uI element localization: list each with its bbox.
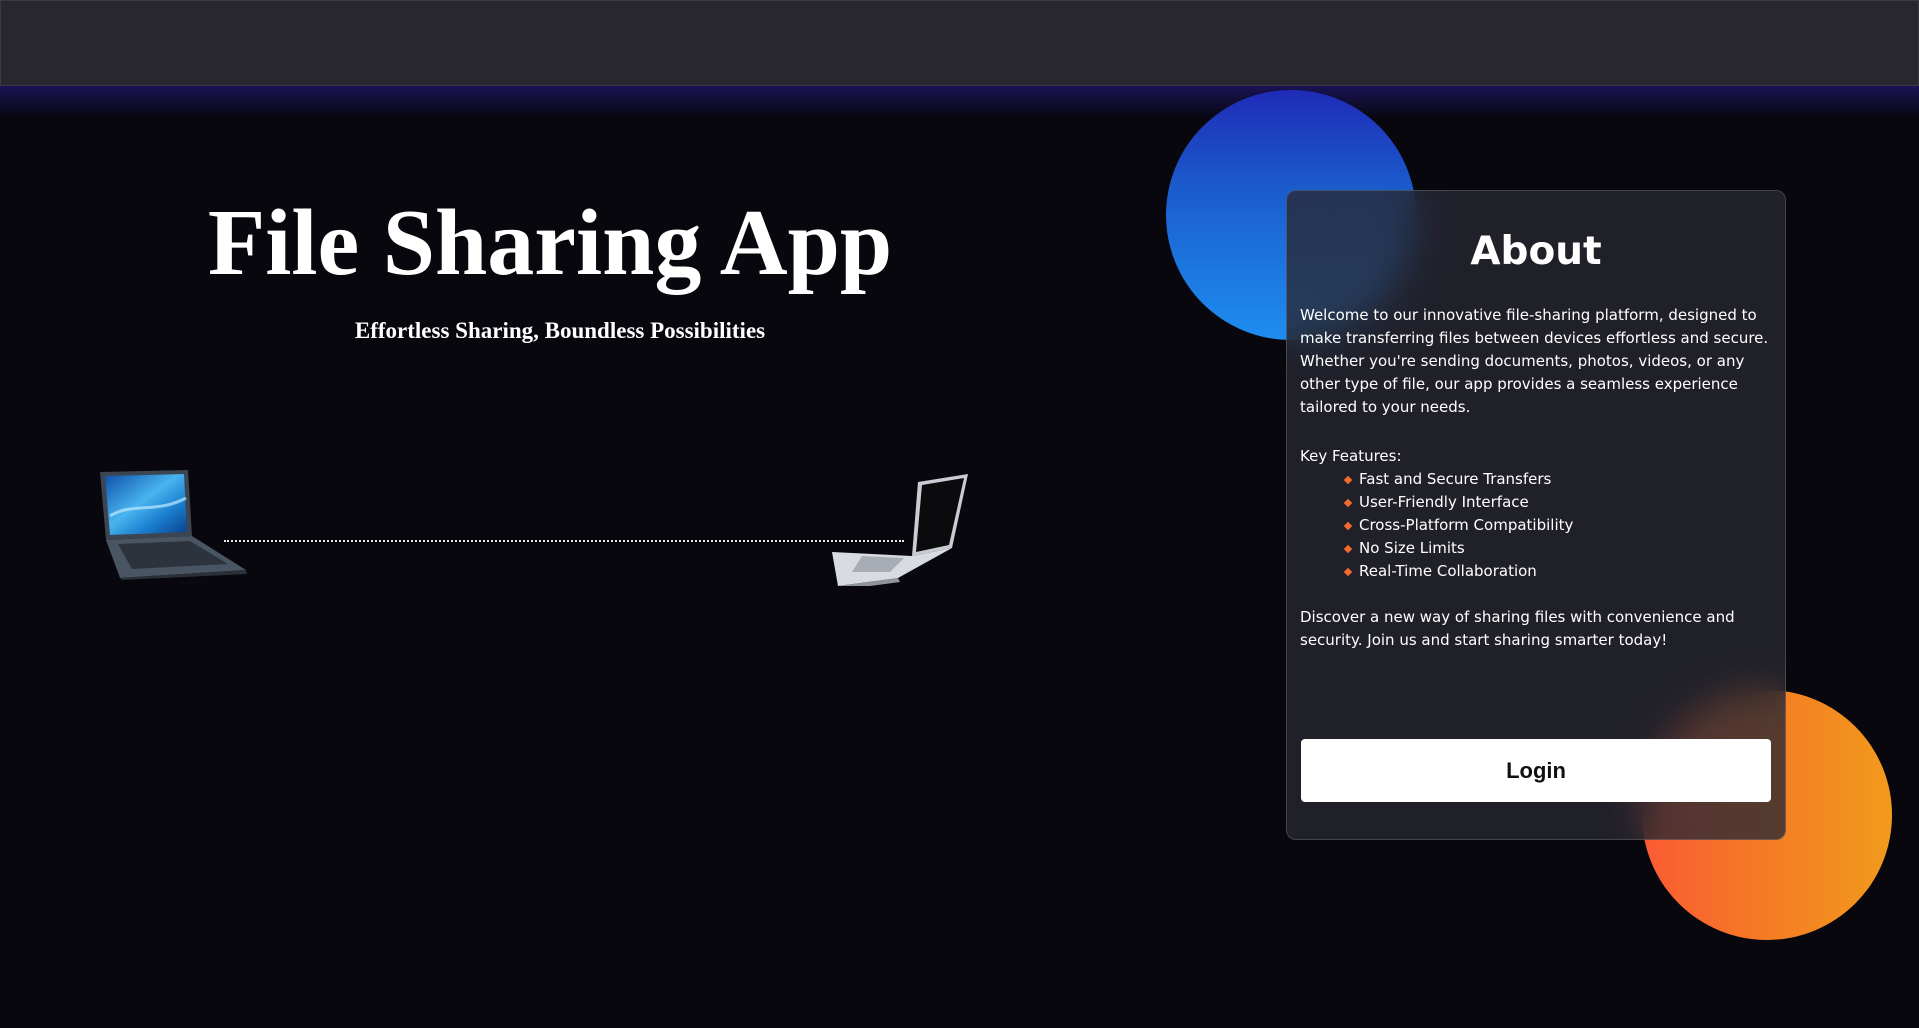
feature-item: Cross-Platform Compatibility [1343,514,1573,537]
feature-item: No Size Limits [1343,537,1573,560]
feature-label: User-Friendly Interface [1359,493,1529,511]
features-list: Fast and Secure Transfers User-Friendly … [1343,468,1573,583]
features-label: Key Features: [1300,447,1402,465]
about-intro: Welcome to our innovative file-sharing p… [1300,306,1769,416]
feature-item: Fast and Secure Transfers [1343,468,1573,491]
feature-label: Cross-Platform Compatibility [1359,516,1574,534]
feature-item: Real-Time Collaboration [1343,560,1573,583]
bullet-icon [1343,544,1353,554]
feature-item: User-Friendly Interface [1343,491,1573,514]
top-bar [0,0,1919,86]
about-card: About Welcome to our innovative file-sha… [1286,190,1786,840]
laptop-icon [832,474,968,586]
page-title: File Sharing App [207,191,893,295]
laptop-icon [100,470,247,580]
bullet-icon [1343,475,1353,485]
feature-label: Real-Time Collaboration [1359,562,1537,580]
about-outro: Discover a new way of sharing files with… [1300,608,1735,649]
bullet-icon [1343,567,1353,577]
bullet-icon [1343,521,1353,531]
about-title: About [1470,229,1602,274]
top-bar-glow [0,86,1919,120]
login-button[interactable]: Login [1301,739,1771,802]
feature-label: No Size Limits [1359,539,1465,557]
page-subtitle: Effortless Sharing, Boundless Possibilit… [354,318,766,343]
transfer-connector [224,540,904,542]
bullet-icon [1343,498,1353,508]
feature-label: Fast and Secure Transfers [1359,470,1552,488]
